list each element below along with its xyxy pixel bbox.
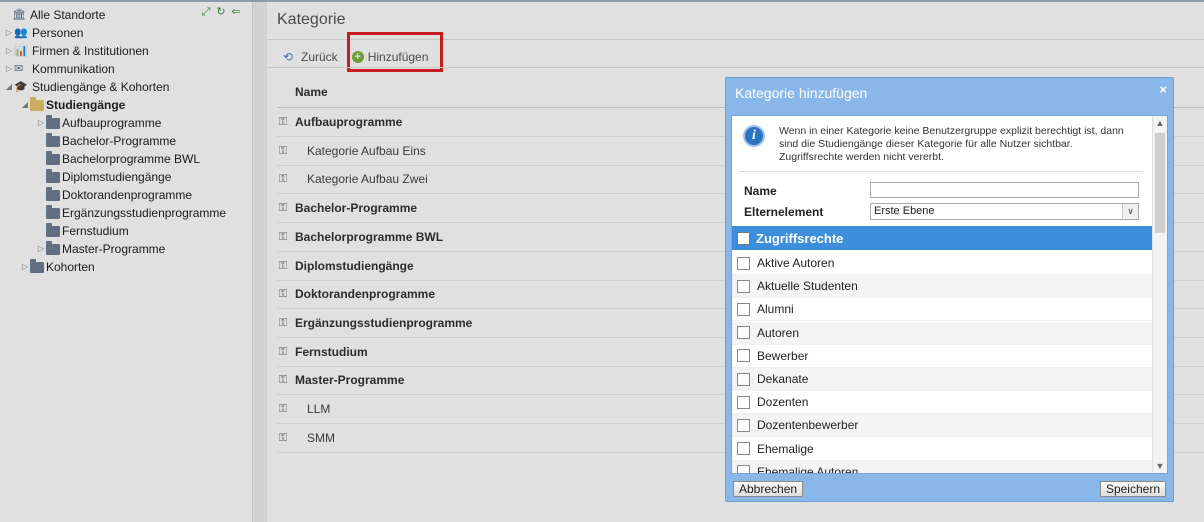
parent-select-value: Erste Ebene bbox=[874, 205, 935, 217]
dialog-scrollbar[interactable]: ▲ ▼ bbox=[1152, 116, 1167, 473]
permission-checkbox[interactable] bbox=[737, 418, 750, 432]
permission-checkbox[interactable] bbox=[737, 395, 750, 409]
permission-label: Dozenten bbox=[757, 395, 809, 410]
permission-checkbox[interactable] bbox=[737, 279, 750, 293]
scroll-up-icon[interactable]: ▲ bbox=[1153, 118, 1167, 128]
info-text: Wenn in einer Kategorie keine Benutzergr… bbox=[779, 125, 1124, 163]
permission-label: Ehemalige bbox=[757, 441, 814, 456]
permission-checkbox[interactable] bbox=[737, 256, 750, 270]
dialog-body: i Wenn in einer Kategorie keine Benutzer… bbox=[731, 115, 1168, 474]
permission-label: Bewerber bbox=[757, 348, 809, 363]
permissions-header: Zugriffsrechte bbox=[732, 226, 1152, 250]
parent-select[interactable]: Erste Ebene ∨ bbox=[870, 203, 1139, 220]
permission-label: Ehemalige Autoren bbox=[757, 464, 859, 474]
add-category-dialog: Kategorie hinzufügen × i Wenn in einer K… bbox=[725, 77, 1174, 502]
permission-row[interactable]: Dozentenbewerber bbox=[732, 414, 1152, 438]
permission-row[interactable]: Dozenten bbox=[732, 391, 1152, 415]
permission-row[interactable]: Bewerber bbox=[732, 345, 1152, 368]
close-icon[interactable]: × bbox=[1159, 82, 1167, 97]
permission-label: Autoren bbox=[757, 325, 800, 340]
permission-label: Alumni bbox=[757, 302, 794, 317]
permission-row[interactable]: Dekanate bbox=[732, 368, 1152, 391]
permission-row[interactable]: Ehemalige Autoren bbox=[732, 460, 1152, 474]
permission-checkbox[interactable] bbox=[737, 465, 750, 473]
permission-checkbox[interactable] bbox=[737, 302, 750, 316]
info-box: i Wenn in einer Kategorie keine Benutzer… bbox=[739, 122, 1142, 172]
permission-checkbox[interactable] bbox=[737, 442, 750, 456]
permission-row[interactable]: Alumni bbox=[732, 298, 1152, 322]
permissions-header-label: Zugriffsrechte bbox=[756, 230, 844, 246]
scroll-down-icon[interactable]: ▼ bbox=[1153, 461, 1167, 471]
permission-row[interactable]: Aktuelle Studenten bbox=[732, 275, 1152, 299]
permission-checkbox[interactable] bbox=[737, 349, 750, 363]
permission-checkbox[interactable] bbox=[737, 326, 750, 340]
dialog-title: Kategorie hinzufügen bbox=[735, 85, 868, 101]
select-all-checkbox[interactable] bbox=[737, 231, 750, 245]
cancel-button[interactable]: Abbrechen bbox=[733, 481, 804, 497]
save-button[interactable]: Speichern bbox=[1099, 481, 1166, 497]
permission-label: Aktive Autoren bbox=[757, 256, 835, 270]
permission-label: Dozentenbewerber bbox=[757, 418, 859, 433]
permission-label: Aktuelle Studenten bbox=[757, 279, 858, 294]
permission-row[interactable]: Ehemalige bbox=[732, 438, 1152, 461]
permission-label: Dekanate bbox=[757, 372, 809, 386]
name-label: Name bbox=[744, 184, 777, 198]
info-icon: i bbox=[743, 125, 765, 147]
permission-row[interactable]: Autoren bbox=[732, 321, 1152, 345]
scroll-thumb[interactable] bbox=[1155, 133, 1165, 233]
permission-row[interactable]: Aktive Autoren bbox=[732, 252, 1152, 275]
chevron-down-icon: ∨ bbox=[1122, 204, 1138, 219]
name-field[interactable] bbox=[870, 182, 1139, 198]
permission-checkbox[interactable] bbox=[737, 372, 750, 386]
parent-label: Elternelement bbox=[744, 205, 824, 219]
